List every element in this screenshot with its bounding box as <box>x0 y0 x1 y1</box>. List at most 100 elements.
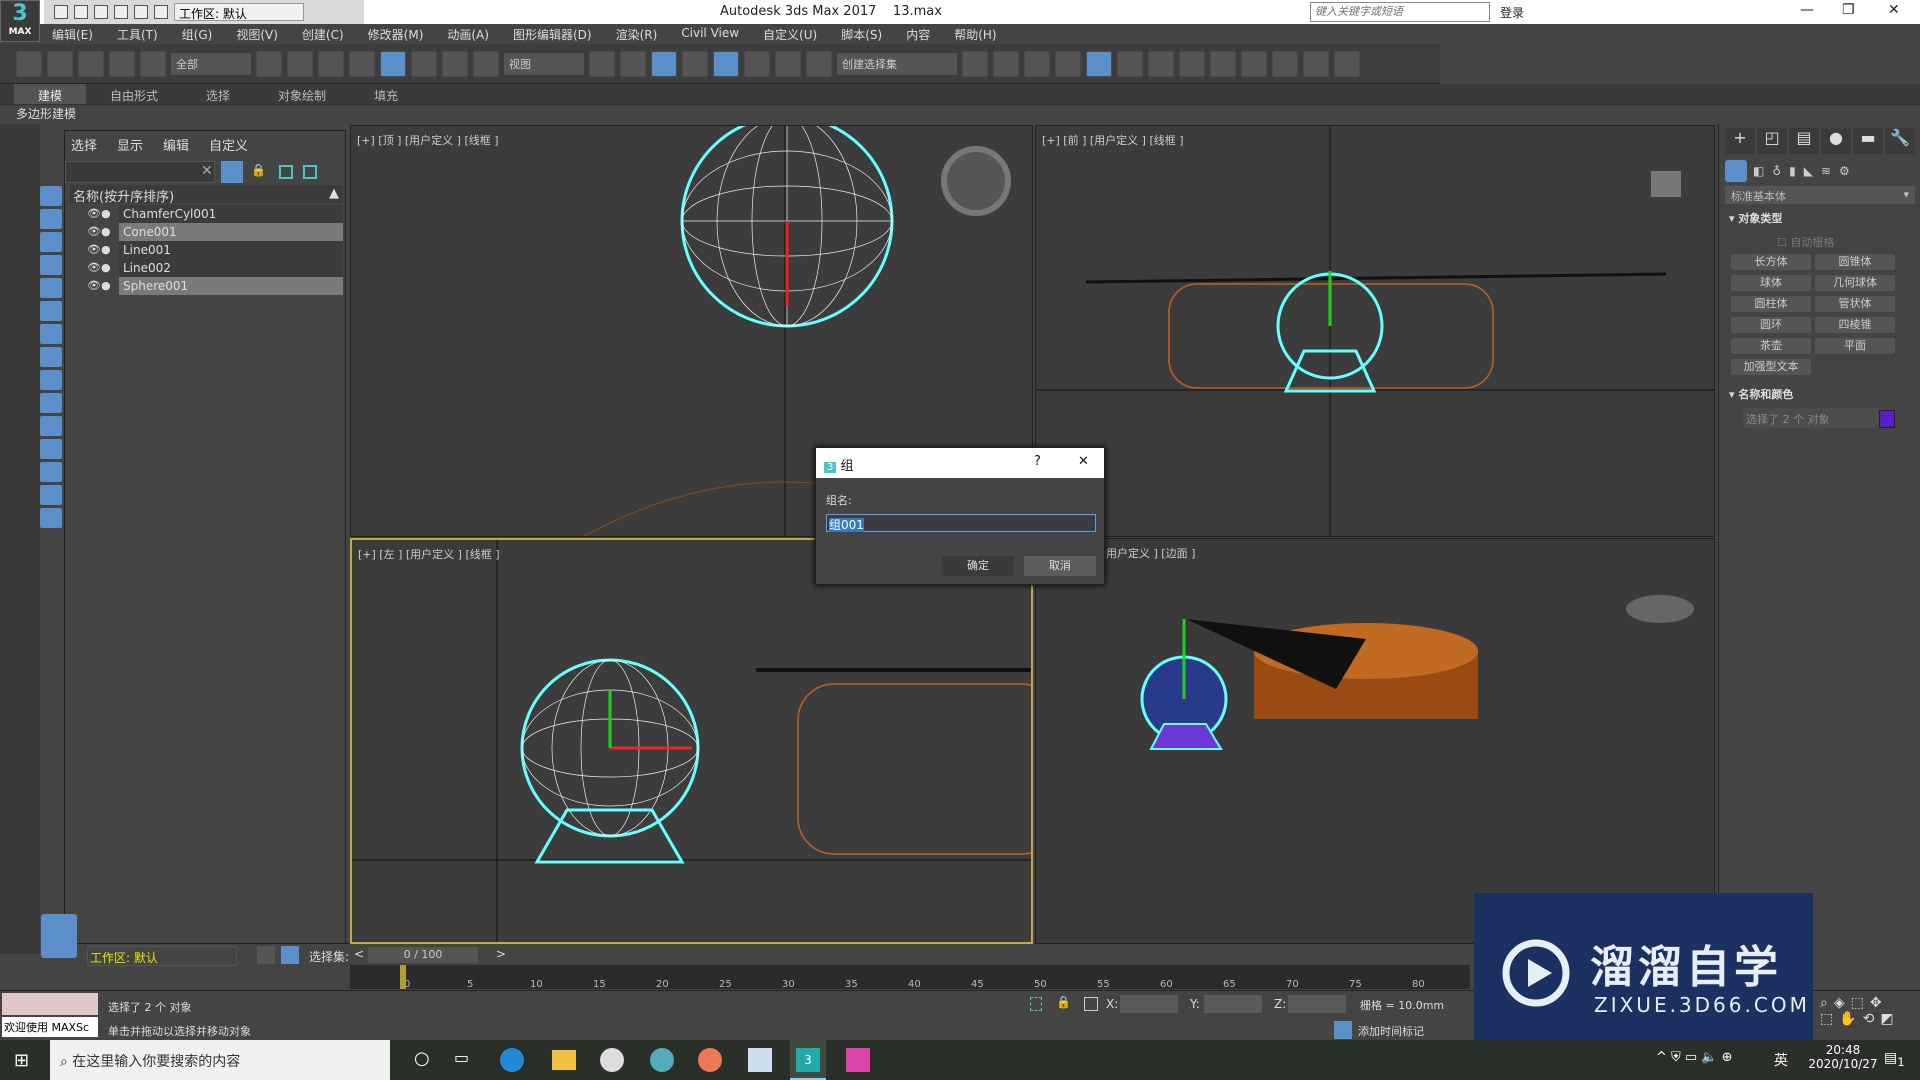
ribbon-tab[interactable]: 选择 <box>182 84 254 104</box>
create-1-button[interactable]: 圆锥体 <box>1815 254 1895 270</box>
display-hidden-icon[interactable] <box>40 439 62 459</box>
save-icon[interactable] <box>94 5 108 19</box>
display-geometry-icon[interactable] <box>40 186 62 206</box>
cancel-button[interactable]: 取消 <box>1024 556 1096 576</box>
display-cameras-icon[interactable] <box>40 255 62 275</box>
create-6-button[interactable]: 圆环 <box>1731 317 1811 333</box>
layer-explorer-icon[interactable] <box>1024 50 1050 77</box>
menu-item[interactable]: 修改器(M) <box>356 24 436 44</box>
bind-space-warp-icon[interactable] <box>140 50 166 77</box>
mirror-icon[interactable] <box>962 50 988 77</box>
viewport-label[interactable]: [+] [左 ] [用户定义 ] [线框 ] <box>358 546 500 562</box>
system-tray-icons[interactable]: ^ ⛨ ▭ 🔈 ⊕ <box>1656 1050 1733 1065</box>
viewport-nav-controls[interactable]: ⌕◈⬚✥ ⬚✋⟲◩ <box>1820 995 1900 1027</box>
select-by-name-icon[interactable] <box>287 50 313 77</box>
redo-icon[interactable] <box>134 5 148 19</box>
explorer-menu-item[interactable]: 显示 <box>117 135 143 154</box>
angle-snap-icon[interactable] <box>713 50 739 77</box>
spinner-snap-icon[interactable] <box>775 50 801 77</box>
autogrid-checkbox[interactable]: ☐ 自动栅格 <box>1777 234 1834 250</box>
help-search-input[interactable] <box>1310 2 1490 22</box>
select-object-icon[interactable] <box>256 50 282 77</box>
percent-snap-icon[interactable] <box>744 50 770 77</box>
create-category-icons[interactable]: ◧♁▮◣≋⚙ <box>1753 164 1858 178</box>
maxscript-listener-input[interactable] <box>2 993 98 1015</box>
viewport-front[interactable]: [+] [前 ] [用户定义 ] [线框 ] <box>1035 125 1715 537</box>
manipulate-icon[interactable] <box>620 50 646 77</box>
edit-named-sel-icon[interactable] <box>806 50 832 77</box>
app-menu-button[interactable]: 3 MAX <box>0 0 40 42</box>
menu-item[interactable]: 图形编辑器(D) <box>501 24 604 44</box>
absolute-mode-icon[interactable] <box>1084 997 1098 1011</box>
ribbon-tab[interactable]: 自由形式 <box>86 84 182 104</box>
geometry-icon[interactable] <box>1725 160 1747 182</box>
y-coordinate-input[interactable] <box>1204 995 1262 1013</box>
explorer-search-input[interactable] <box>65 161 215 183</box>
menu-item[interactable]: 渲染(R) <box>604 24 670 44</box>
track-bar[interactable]: 0510152025303540455055606570758085 <box>350 965 1488 990</box>
create-8-button[interactable]: 茶壶 <box>1731 338 1811 354</box>
modify-tab-icon[interactable]: ◰ <box>1757 128 1787 154</box>
project-icon[interactable] <box>154 5 168 19</box>
create-0-button[interactable]: 长方体 <box>1731 254 1811 270</box>
scene-explorer-icon[interactable] <box>1086 50 1112 77</box>
visibility-eye-icon[interactable]: 👁● <box>87 261 111 274</box>
filter-options-icon[interactable] <box>40 531 62 551</box>
restore-button[interactable]: ❐ <box>1842 2 1855 18</box>
place-icon[interactable] <box>473 50 499 77</box>
dialog-close-button[interactable]: ✕ <box>1078 454 1089 469</box>
visibility-eye-icon[interactable]: 👁● <box>87 279 111 292</box>
lock-icon[interactable]: 🔒 <box>251 163 266 177</box>
rotate-icon[interactable] <box>411 50 437 77</box>
task-view-icon[interactable]: ▭ <box>454 1048 469 1067</box>
3dsmax-taskbar-icon[interactable]: 3 <box>790 1040 826 1080</box>
curve-editor-icon[interactable] <box>1117 50 1143 77</box>
cortana-icon[interactable]: ○ <box>414 1048 430 1069</box>
edge-icon[interactable] <box>500 1048 524 1072</box>
open-file-icon[interactable] <box>74 5 88 19</box>
move-icon[interactable] <box>380 50 406 77</box>
ribbon-tab[interactable]: 对象绘制 <box>254 84 350 104</box>
explorer-menu-item[interactable]: 编辑 <box>163 135 189 154</box>
time-tag-icon[interactable] <box>1334 1021 1352 1039</box>
ok-button[interactable]: 确定 <box>942 556 1014 576</box>
create-5-button[interactable]: 管状体 <box>1815 296 1895 312</box>
motion-tab-icon[interactable]: ● <box>1821 128 1851 154</box>
ribbon-tab[interactable]: 建模 <box>14 84 87 104</box>
rect-selection-icon[interactable] <box>318 50 344 77</box>
app-icon[interactable] <box>846 1048 870 1072</box>
display-spacewarps-icon[interactable] <box>40 301 62 321</box>
ribbon-toggle-icon[interactable] <box>1055 50 1081 77</box>
viewport-perspective[interactable]: 用户定义 ] [边面 ] <box>1035 538 1715 944</box>
workspace-selector[interactable]: 工作区: 默认 <box>87 946 237 966</box>
collapse-icon[interactable] <box>40 577 62 597</box>
windows-start-icon[interactable]: ⊞ <box>14 1050 29 1071</box>
material-editor-icon[interactable] <box>1179 50 1205 77</box>
viewport-label[interactable]: [+] [顶 ] [用户定义 ] [线框 ] <box>357 132 499 148</box>
table-row[interactable]: 👁● Line002 <box>69 259 343 277</box>
visibility-eye-icon[interactable]: 👁● <box>87 243 111 256</box>
align-icon[interactable] <box>993 50 1019 77</box>
x-coordinate-input[interactable] <box>1120 995 1178 1013</box>
firefox-icon[interactable] <box>698 1048 722 1072</box>
create-3-button[interactable]: 几何球体 <box>1815 275 1895 291</box>
redo-icon[interactable] <box>47 50 73 77</box>
reference-coordinate-dropdown[interactable]: 视图 <box>504 52 584 75</box>
invert-display-icon[interactable] <box>40 508 62 528</box>
table-row[interactable]: 👁● ChamferCyl001 <box>69 205 343 223</box>
ribbon-tab[interactable]: 填充 <box>350 84 422 104</box>
menu-item[interactable]: 内容 <box>894 24 942 44</box>
unlink-icon[interactable] <box>109 50 135 77</box>
display-none-icon[interactable] <box>40 485 62 505</box>
viewport-label[interactable]: 用户定义 ] [边面 ] <box>1106 545 1195 561</box>
undo-icon[interactable] <box>16 50 42 77</box>
menu-item[interactable]: 帮助(H) <box>942 24 1008 44</box>
workspace-dropdown[interactable]: 工作区: 默认 <box>174 3 304 21</box>
time-slider-thumb[interactable]: 0 / 100 <box>368 947 478 963</box>
menu-item[interactable]: 动画(A) <box>435 24 501 44</box>
create-tab-icon[interactable]: + <box>1725 128 1755 154</box>
filter-icon[interactable] <box>221 161 243 183</box>
display-tab-icon[interactable]: ▬ <box>1853 128 1883 154</box>
ime-indicator[interactable]: 英 <box>1774 1050 1788 1070</box>
rollout-object-type[interactable]: ▾ 对象类型 <box>1729 210 1782 226</box>
